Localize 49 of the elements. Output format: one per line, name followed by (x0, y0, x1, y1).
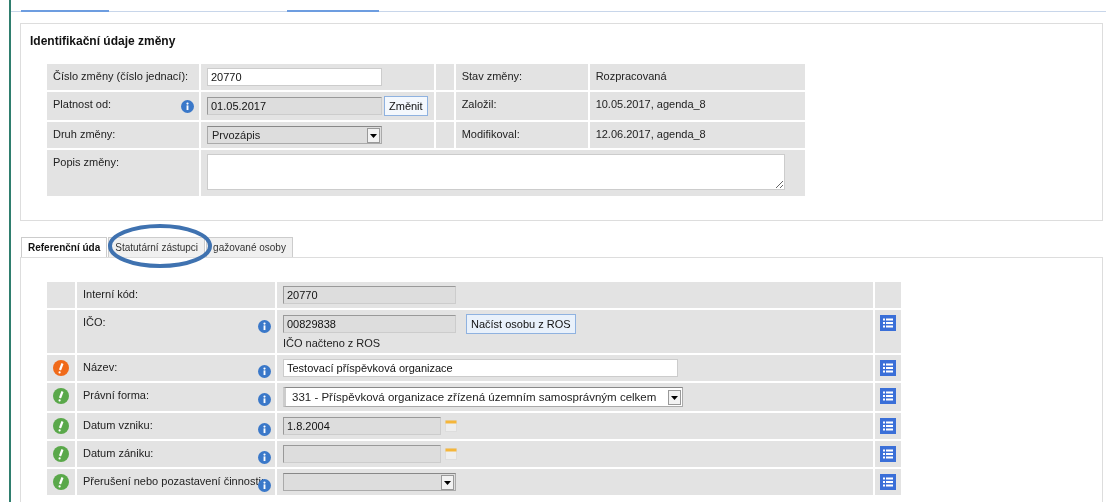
list-icon[interactable] (880, 418, 896, 434)
readonly-field[interactable]: 20770 (283, 286, 456, 304)
info-icon[interactable] (181, 100, 194, 113)
info-icon[interactable] (258, 451, 271, 464)
section-title: Identifikační údaje změny (30, 34, 177, 48)
field-value: 12.06.2017, agenda_8 (595, 128, 706, 140)
field-label: IČO: (83, 316, 106, 328)
caret-icon[interactable] (441, 474, 454, 490)
date-field[interactable]: 01.05.2017 (207, 97, 382, 115)
field-note: IČO načteno z ROS (283, 337, 382, 349)
field-value: Rozpracovaná (595, 70, 667, 82)
change-button[interactable]: Změnit (384, 96, 428, 116)
field-label: Založil: (461, 98, 497, 110)
caret-icon[interactable] (668, 389, 681, 405)
field-label: Přerušení nebo pozastavení činnosti: (83, 475, 264, 487)
info-icon[interactable] (258, 393, 271, 406)
field-label: Právní forma: (83, 389, 150, 401)
dropdown[interactable]: Prvozápis (207, 126, 382, 144)
field-label: Popis změny: (53, 156, 120, 168)
field-label: Datum vzniku: (83, 419, 153, 431)
load-button[interactable]: Načíst osobu z ROS (466, 314, 576, 334)
list-icon[interactable] (880, 360, 896, 376)
info-icon[interactable] (258, 365, 271, 378)
field-label: Stav změny: (461, 70, 523, 82)
readonly-field[interactable]: 00829838 (283, 315, 456, 333)
field-label: Interní kód: (83, 288, 139, 300)
field-label: Číslo změny (číslo jednací): (53, 70, 189, 82)
caret-icon[interactable] (367, 127, 380, 143)
dropdown[interactable]: 331 - Příspěvková organizace zřízená územním samosprávným celkem (283, 387, 683, 407)
list-icon[interactable] (880, 388, 896, 404)
input-field[interactable]: Testovací příspěvková organizace (283, 359, 678, 377)
date-field[interactable]: 1.8.2004 (283, 417, 441, 435)
list-icon[interactable] (880, 315, 896, 331)
list-icon[interactable] (880, 446, 896, 462)
tab[interactable]: Statutární zástupci (108, 237, 206, 257)
info-icon[interactable] (258, 423, 271, 436)
tab[interactable]: gažované osoby (206, 237, 293, 257)
field-label: Modifikoval: (461, 128, 520, 140)
field-label: Druh změny: (53, 128, 116, 140)
description-field[interactable] (207, 154, 785, 190)
info-icon[interactable] (258, 320, 271, 333)
tab[interactable]: Referenční úda (21, 237, 108, 257)
date-field[interactable] (283, 445, 441, 463)
field-label: Název: (83, 361, 118, 373)
field-label: Datum zániku: (83, 447, 154, 459)
field-label: Platnost od: (53, 98, 112, 110)
field-value: 10.05.2017, agenda_8 (595, 98, 706, 110)
list-icon[interactable] (880, 474, 896, 490)
input-field[interactable]: 20770 (207, 68, 382, 86)
